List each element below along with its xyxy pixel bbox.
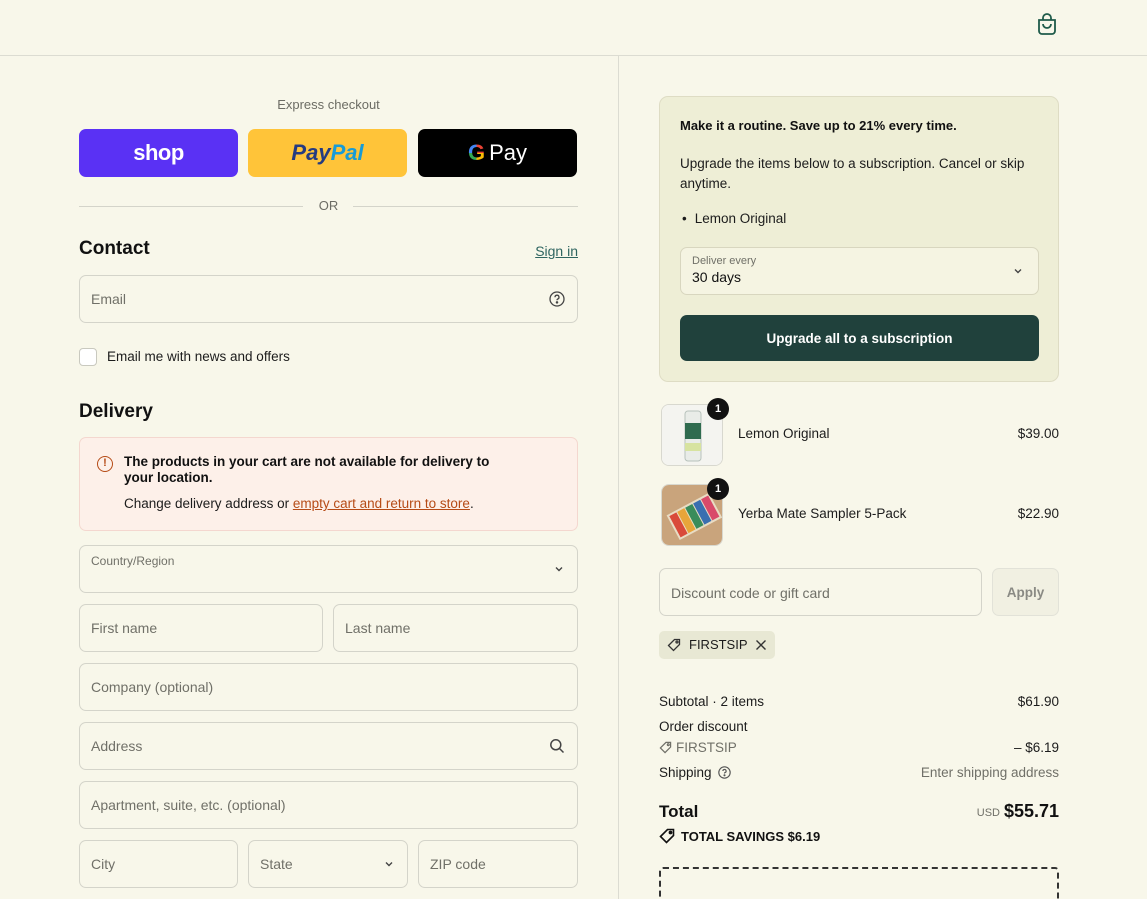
or-text: OR <box>318 198 339 213</box>
product-name: Lemon Original <box>738 426 830 441</box>
quantity-badge: 1 <box>707 398 729 420</box>
total-savings: TOTAL SAVINGS $6.19 <box>659 828 820 844</box>
search-icon[interactable] <box>549 738 565 754</box>
total-value: $55.71 <box>1003 801 1059 821</box>
product-price: $22.90 <box>1017 506 1059 521</box>
contact-heading: Contact <box>79 238 150 259</box>
product-price: $39.00 <box>1017 426 1059 441</box>
remove-discount-icon[interactable] <box>754 638 768 652</box>
shop-pay-logo: shop <box>133 140 184 165</box>
total-currency: USD <box>976 807 1000 819</box>
newsletter-label: Email me with news and offers <box>107 349 290 364</box>
cart-item: 1 Lemon Original $39.00 <box>659 398 1059 468</box>
google-g-icon: G <box>467 140 486 165</box>
city-placeholder: City <box>91 856 116 872</box>
delivery-unavailable-alert: ! The products in your cart are not avai… <box>79 437 578 531</box>
country-label: Country/Region <box>91 554 175 568</box>
cart-item: 1 Yerba Mate Sampler 5-Pack $22.90 <box>659 478 1059 548</box>
discount-value: – $6.19 <box>1013 740 1059 755</box>
alert-body-suffix: . <box>469 496 474 511</box>
paypal-button[interactable]: Pay Pal <box>248 129 407 177</box>
warning-icon: ! <box>97 456 113 472</box>
city-field[interactable]: City <box>79 840 238 888</box>
chevron-down-icon <box>555 567 563 572</box>
newsletter-checkbox[interactable] <box>79 348 97 366</box>
empty-cart-link[interactable]: empty cart and return to store <box>293 496 470 511</box>
alert-body: Change delivery address or empty cart an… <box>124 496 474 511</box>
zip-placeholder: ZIP code <box>430 856 486 872</box>
apartment-placeholder: Apartment, suite, etc. (optional) <box>91 797 286 813</box>
subscription-upsell: Make it a routine. Save up to 21% every … <box>659 96 1059 382</box>
help-icon[interactable] <box>549 291 565 307</box>
discount-placeholder: Discount code or gift card <box>671 585 830 601</box>
company-placeholder: Company (optional) <box>91 679 214 695</box>
shipping-label: Shipping <box>659 765 712 780</box>
state-placeholder: State <box>260 856 293 872</box>
address-placeholder: Address <box>91 738 143 754</box>
shipping-row: Shipping <box>659 765 732 780</box>
header <box>0 0 1147 56</box>
company-field[interactable]: Company (optional) <box>79 663 578 711</box>
chevron-down-icon <box>385 862 393 867</box>
help-icon[interactable] <box>718 766 732 779</box>
address-field[interactable]: Address <box>79 722 578 770</box>
upgrade-subscription-button[interactable]: Upgrade all to a subscription <box>680 315 1039 361</box>
deliver-every-value: 30 days <box>692 269 742 285</box>
upsell-title: Make it a routine. Save up to 21% every … <box>680 118 957 133</box>
alert-body-prefix: Change delivery address or <box>124 496 293 511</box>
delivery-heading: Delivery <box>79 401 153 422</box>
email-placeholder: Email <box>91 291 127 307</box>
applied-code: FIRSTSIP <box>689 637 748 652</box>
subtotal-label: Subtotal · 2 items <box>659 694 765 709</box>
express-checkout-title: Express checkout <box>277 97 380 112</box>
paypal-logo-part1: Pay <box>291 140 331 165</box>
order-discount-label: Order discount <box>659 719 748 734</box>
discount-code-row: FIRSTSIP <box>659 740 737 755</box>
upsell-body: Upgrade the items below to a subscriptio… <box>680 156 1025 191</box>
shipping-value: Enter shipping address <box>920 765 1059 780</box>
tag-icon <box>659 741 672 754</box>
state-select[interactable]: State <box>248 840 408 888</box>
or-separator: OR <box>79 196 578 216</box>
discount-code-label: FIRSTSIP <box>676 740 737 755</box>
paypal-logo-part2: Pal <box>330 140 364 165</box>
first-name-field[interactable]: First name <box>79 604 323 652</box>
sign-in-link[interactable]: Sign in <box>535 243 578 259</box>
product-name: Yerba Mate Sampler 5-Pack <box>738 506 907 521</box>
zip-field[interactable]: ZIP code <box>418 840 578 888</box>
chevron-down-icon <box>1014 269 1022 274</box>
applied-discount-chip: FIRSTSIP <box>659 631 775 659</box>
subtotal-value: $61.90 <box>1017 694 1059 709</box>
apply-discount-button[interactable]: Apply <box>992 568 1059 616</box>
discount-code-field[interactable]: Discount code or gift card <box>659 568 982 616</box>
email-field[interactable]: Email <box>79 275 578 323</box>
shop-pay-button[interactable]: shop <box>79 129 238 177</box>
tag-icon <box>667 638 681 652</box>
alert-title: The products in your cart are not availa… <box>124 454 490 485</box>
last-name-placeholder: Last name <box>345 620 411 636</box>
last-name-field[interactable]: Last name <box>333 604 578 652</box>
google-pay-button[interactable]: G Pay <box>418 129 577 177</box>
shopping-bag-icon[interactable] <box>1036 12 1058 36</box>
first-name-placeholder: First name <box>91 620 158 636</box>
apartment-field[interactable]: Apartment, suite, etc. (optional) <box>79 781 578 829</box>
deliver-every-select[interactable]: Deliver every 30 days <box>680 247 1039 295</box>
total-label: Total <box>659 802 699 821</box>
column-divider <box>618 56 619 899</box>
quantity-badge: 1 <box>707 478 729 500</box>
deliver-every-label: Deliver every <box>692 255 757 267</box>
total-savings-text: TOTAL SAVINGS $6.19 <box>681 829 821 844</box>
country-select[interactable]: Country/Region <box>79 545 578 593</box>
dashed-placeholder-box <box>659 867 1059 899</box>
google-pay-label: Pay <box>489 140 528 165</box>
tag-icon <box>659 828 675 844</box>
upsell-item: Lemon Original <box>682 211 787 226</box>
